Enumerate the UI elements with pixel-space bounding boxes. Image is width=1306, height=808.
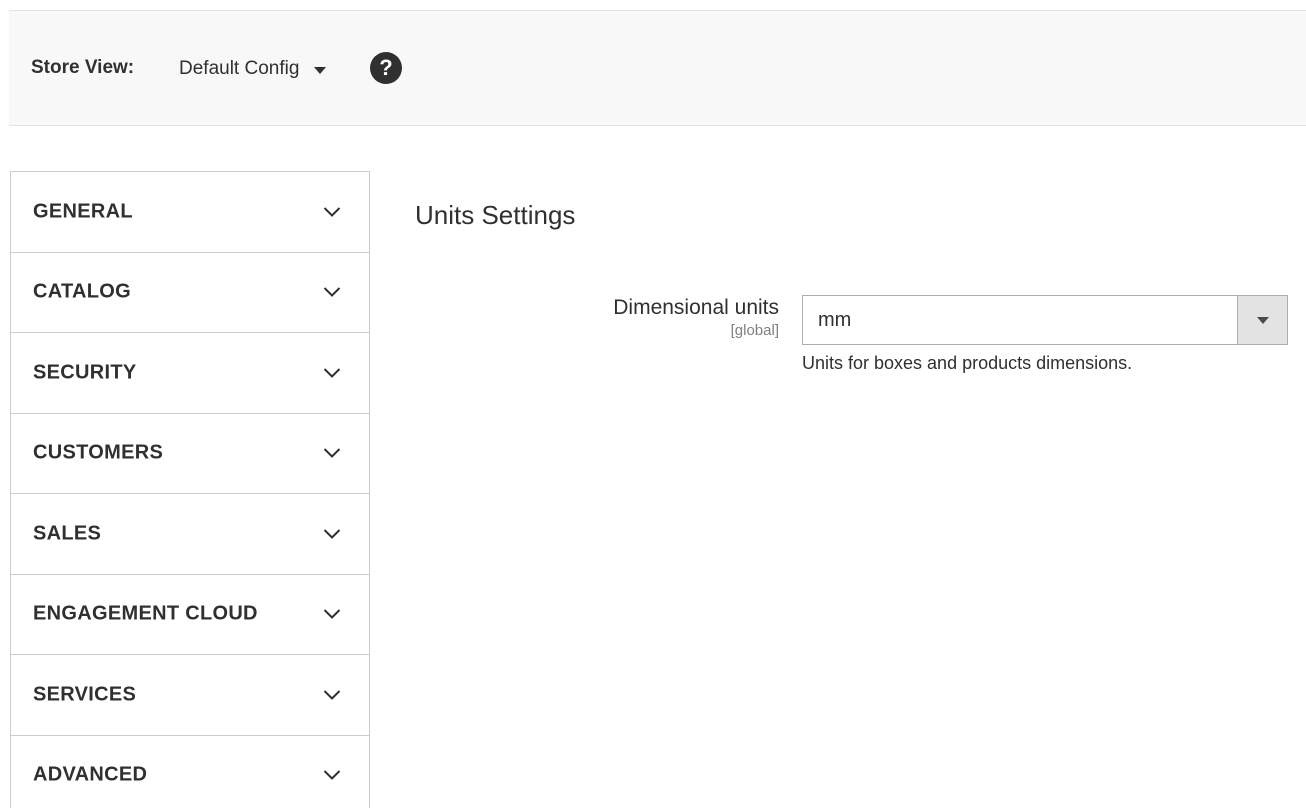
sidebar-item-advanced[interactable]: ADVANCED	[11, 735, 369, 808]
sidebar-item-customers[interactable]: CUSTOMERS	[11, 413, 369, 494]
chevron-down-icon	[323, 287, 341, 298]
sidebar-item-label: GENERAL	[33, 200, 133, 223]
sidebar-item-sales[interactable]: SALES	[11, 494, 369, 575]
store-view-label: Store View:	[31, 57, 135, 78]
chevron-down-icon	[323, 609, 341, 620]
field-note: Units for boxes and products dimensions.	[802, 353, 1133, 373]
sidebar-item-label: SALES	[33, 522, 102, 545]
sidebar-item-label: ENGAGEMENT CLOUD	[33, 602, 258, 625]
dimensional-units-label: Dimensional units	[613, 296, 779, 319]
sidebar-item-catalog[interactable]: CATALOG	[11, 252, 369, 333]
sidebar-item-general[interactable]: GENERAL	[11, 172, 369, 253]
sidebar-item-label: CATALOG	[33, 280, 132, 303]
dimensional-units-select[interactable]: mm	[802, 295, 1288, 345]
dimensional-units-value[interactable]: mm	[818, 309, 851, 332]
caret-down-icon	[1257, 317, 1269, 324]
config-sidebar: GENERAL CATALOG SECURITY CUSTOMERS SALES…	[10, 171, 370, 808]
chevron-down-icon	[323, 368, 341, 378]
select-toggle[interactable]	[1237, 296, 1287, 344]
section-title: Units Settings	[415, 200, 576, 230]
question-circle-icon[interactable]: ?	[370, 52, 402, 84]
sidebar-item-security[interactable]: SECURITY	[11, 333, 369, 414]
chevron-down-icon	[323, 770, 341, 781]
chevron-down-icon	[323, 448, 341, 459]
chevron-down-icon	[323, 690, 341, 700]
sidebar-item-services[interactable]: SERVICES	[11, 655, 369, 736]
chevron-down-icon	[323, 529, 341, 539]
sidebar-item-engagement-cloud[interactable]: ENGAGEMENT CLOUD	[11, 574, 369, 655]
sidebar-item-label: SERVICES	[33, 683, 137, 706]
store-view-switcher[interactable]: Default Config	[179, 56, 327, 82]
sidebar-item-label: SECURITY	[33, 361, 137, 384]
sidebar-item-label: CUSTOMERS	[33, 441, 164, 464]
caret-down-icon[interactable]	[314, 66, 327, 74]
scope-label: [global]	[730, 322, 779, 339]
help-glyph: ?	[379, 55, 393, 80]
sidebar-item-label: ADVANCED	[33, 763, 148, 786]
chevron-down-icon	[323, 207, 341, 217]
store-view-value[interactable]: Default Config	[179, 58, 299, 80]
store-view-bar: Store View: Default Config ?	[9, 10, 1306, 126]
